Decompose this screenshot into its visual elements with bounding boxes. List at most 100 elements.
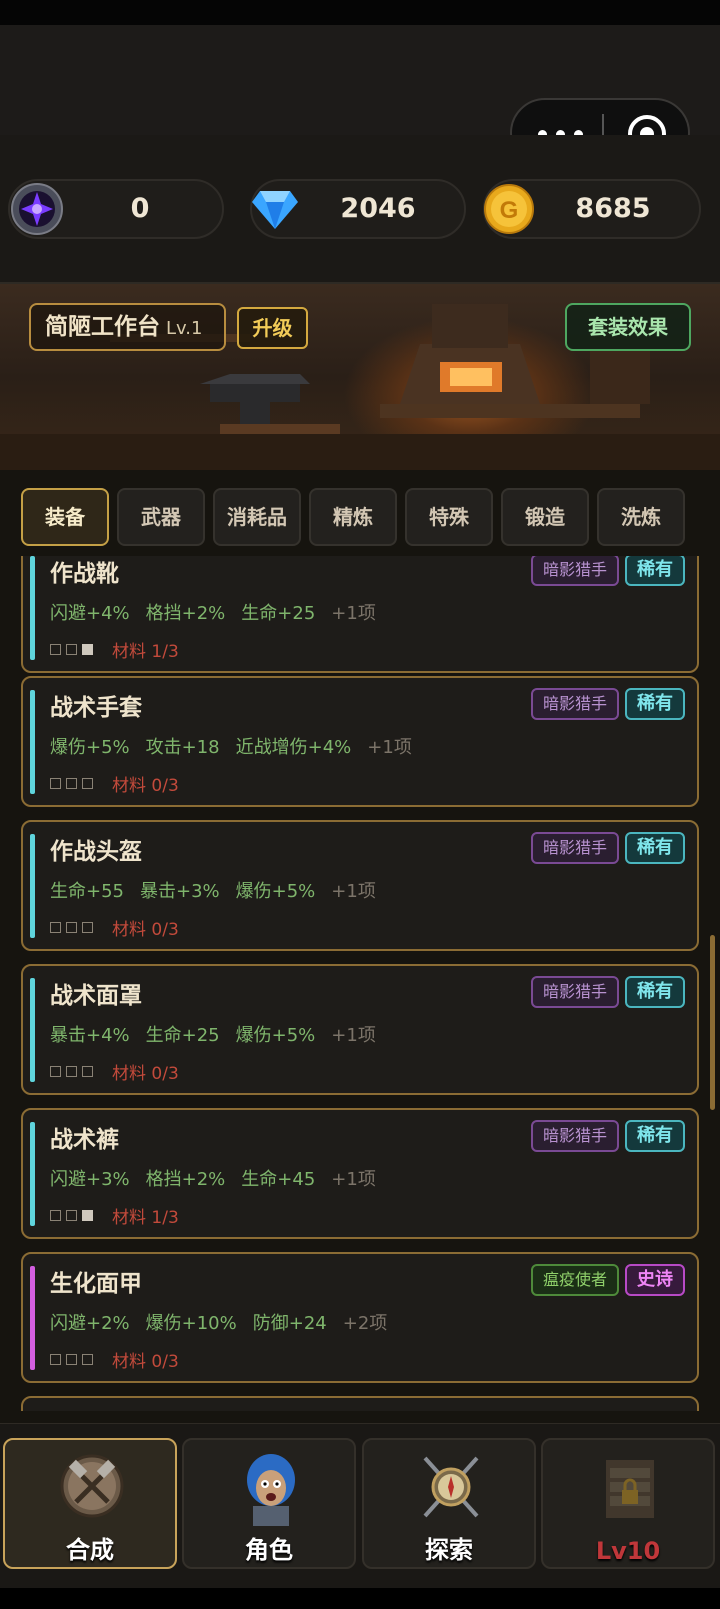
stat: 闪避+3% xyxy=(50,1169,130,1190)
character-portrait-icon xyxy=(247,1454,295,1526)
item-card[interactable]: 战术面罩 暗影猎手 稀有 暴击+4% 生命+25 爆伤+5% +1项 材料 0/3 xyxy=(21,964,699,1095)
stat: 闪避+2% xyxy=(50,1313,130,1334)
nav-locked-shop[interactable]: Lv10 xyxy=(541,1438,715,1569)
nav-character[interactable]: 角色 xyxy=(182,1438,356,1569)
material-slot xyxy=(66,1066,77,1077)
stat: 格挡+2% xyxy=(145,1169,226,1190)
stat: 生命+25 xyxy=(241,603,316,624)
diamond-icon xyxy=(252,191,298,229)
material-count: 材料 1/3 xyxy=(112,642,179,662)
item-stats: 生命+55 暴击+3% 爆伤+5% +1项 xyxy=(50,877,392,903)
rarity-tag: 稀有 xyxy=(625,1120,685,1152)
nav-label: Lv10 xyxy=(595,1537,661,1565)
stat: 暴击+4% xyxy=(50,1025,130,1046)
category-tabs: 装备 武器 消耗品 精炼 特殊 锻造 洗炼 xyxy=(0,470,720,560)
stat: 攻击+18 xyxy=(145,737,220,758)
resource-bar: 0 2046 G 8685 xyxy=(0,135,720,284)
material-slot xyxy=(66,644,77,655)
workbench-title: 简陋工作台 xyxy=(45,314,160,340)
stat: 防御+24 xyxy=(252,1313,327,1334)
crafting-tools-icon xyxy=(60,1454,124,1518)
more-stats: +1项 xyxy=(331,1025,376,1046)
tab-refine[interactable]: 精炼 xyxy=(309,488,397,546)
stat: 格挡+2% xyxy=(145,603,226,624)
dark-crystal-icon xyxy=(11,183,63,235)
material-progress: 材料 1/3 xyxy=(50,1203,179,1228)
material-slot xyxy=(66,1210,77,1221)
material-slot xyxy=(82,778,93,789)
nav-label: 角色 xyxy=(245,1536,293,1564)
item-name: 战术面罩 xyxy=(50,983,142,1009)
rarity-stripe xyxy=(30,556,35,660)
item-card[interactable]: 战术裤 暗影猎手 稀有 闪避+3% 格挡+2% 生命+45 +1项 材料 1/3 xyxy=(21,1108,699,1239)
locked-shop-icon xyxy=(606,1460,654,1518)
tab-consumables[interactable]: 消耗品 xyxy=(213,488,301,546)
item-card[interactable]: 作战靴 暗影猎手 稀有 闪避+4% 格挡+2% 生命+25 +1项 材料 1/3 xyxy=(21,556,699,673)
compass-swords-icon xyxy=(423,1456,479,1518)
rarity-stripe xyxy=(30,690,35,794)
material-progress: 材料 1/3 xyxy=(50,637,179,662)
stat: 爆伤+10% xyxy=(145,1313,237,1334)
material-count: 材料 0/3 xyxy=(112,1064,179,1084)
upgrade-button[interactable]: 升级 xyxy=(237,307,308,349)
stat: 生命+25 xyxy=(145,1025,220,1046)
material-slot xyxy=(66,922,77,933)
item-name: 作战头盔 xyxy=(50,839,142,865)
resource-gold: G 8685 xyxy=(483,179,701,239)
nav-crafting[interactable]: 合成 xyxy=(3,1438,177,1569)
rarity-tag: 史诗 xyxy=(625,1264,685,1296)
class-tag: 暗影猎手 xyxy=(531,832,619,864)
rarity-stripe xyxy=(30,978,35,1082)
tab-special[interactable]: 特殊 xyxy=(405,488,493,546)
item-name: 作战靴 xyxy=(50,561,119,587)
tab-forge[interactable]: 锻造 xyxy=(501,488,589,546)
item-stats: 暴击+4% 生命+25 爆伤+5% +1项 xyxy=(50,1021,392,1047)
class-tag: 暗影猎手 xyxy=(531,688,619,720)
material-slot xyxy=(82,1354,93,1365)
item-list[interactable]: 作战靴 暗影猎手 稀有 闪避+4% 格挡+2% 生命+25 +1项 材料 1/3 战术… xyxy=(0,556,720,1411)
item-stats: 闪避+4% 格挡+2% 生命+25 +1项 xyxy=(50,599,392,625)
class-tag: 瘟疫使者 xyxy=(531,1264,619,1296)
resource-value: 8685 xyxy=(575,193,651,224)
workbench-title-button[interactable]: 简陋工作台 Lv.1 xyxy=(29,303,226,351)
stat: 生命+55 xyxy=(50,881,124,902)
more-stats: +1项 xyxy=(331,603,376,624)
material-count: 材料 0/3 xyxy=(112,920,179,940)
rarity-tag: 稀有 xyxy=(625,688,685,720)
item-card[interactable]: 生化面甲 瘟疫使者 史诗 闪避+2% 爆伤+10% 防御+24 +2项 材料 0/3 xyxy=(21,1252,699,1383)
list-scrollbar[interactable] xyxy=(710,935,715,1110)
resource-value: 0 xyxy=(130,193,150,224)
rarity-stripe xyxy=(30,1122,35,1226)
stat: 生命+45 xyxy=(241,1169,316,1190)
status-bar xyxy=(0,0,720,25)
item-card[interactable] xyxy=(21,1396,699,1411)
set-effect-button[interactable]: 套装效果 xyxy=(565,303,691,351)
class-tag: 暗影猎手 xyxy=(531,1120,619,1152)
stat: 爆伤+5% xyxy=(235,1025,316,1046)
material-slot xyxy=(50,922,61,933)
tab-weapons[interactable]: 武器 xyxy=(117,488,205,546)
material-count: 材料 0/3 xyxy=(112,1352,179,1372)
material-slot xyxy=(66,1354,77,1365)
material-slot xyxy=(82,1066,93,1077)
rarity-stripe xyxy=(30,1266,35,1370)
item-card[interactable]: 战术手套 暗影猎手 稀有 爆伤+5% 攻击+18 近战增伤+4% +1项 材料 0/3 xyxy=(21,676,699,807)
stat: 爆伤+5% xyxy=(50,737,130,758)
material-slot xyxy=(50,1354,61,1365)
material-slot xyxy=(82,1210,93,1221)
resource-dark-crystal: 0 xyxy=(8,179,224,239)
material-progress: 材料 0/3 xyxy=(50,1347,179,1372)
item-card[interactable]: 作战头盔 暗影猎手 稀有 生命+55 暴击+3% 爆伤+5% +1项 材料 0/3 xyxy=(21,820,699,951)
tab-equipment[interactable]: 装备 xyxy=(21,488,109,546)
stat: 近战增伤+4% xyxy=(235,737,352,758)
more-stats: +1项 xyxy=(331,881,376,902)
tab-reroll[interactable]: 洗炼 xyxy=(597,488,685,546)
resource-value: 2046 xyxy=(340,193,416,224)
stat: 闪避+4% xyxy=(50,603,130,624)
material-slot xyxy=(50,778,61,789)
material-slot xyxy=(50,1066,61,1077)
nav-explore[interactable]: 探索 xyxy=(362,1438,536,1569)
item-stats: 爆伤+5% 攻击+18 近战增伤+4% +1项 xyxy=(50,733,428,759)
item-name: 战术裤 xyxy=(50,1127,119,1153)
nav-label: 探索 xyxy=(425,1536,473,1564)
